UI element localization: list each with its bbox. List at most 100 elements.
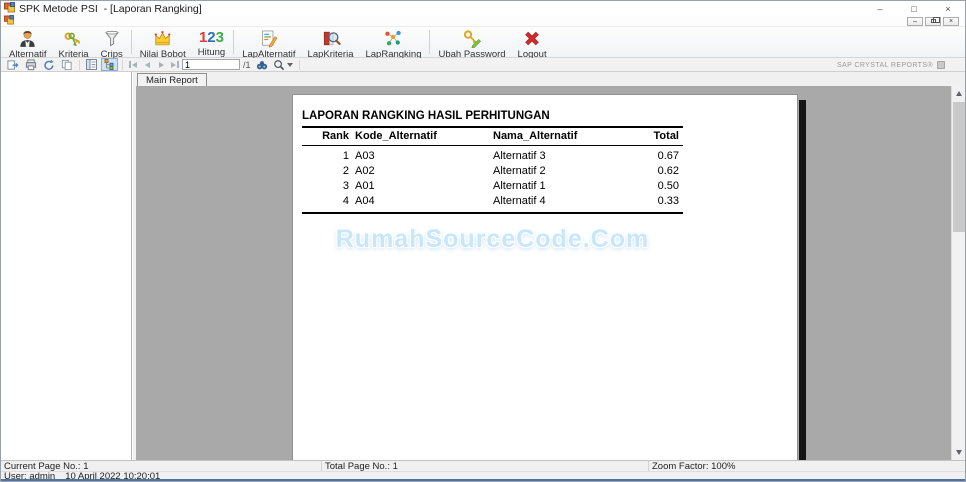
page-total-label: /1 [243, 59, 251, 70]
report-page-area: LAPORAN RANGKING HASIL PERHITUNGAN Rank … [136, 86, 965, 460]
red-x-icon [522, 29, 542, 48]
mdi-minimize-icon: – [913, 17, 917, 25]
main-report-tab[interactable]: Main Report [137, 73, 207, 86]
lap-alternatif-button[interactable]: LapAlternatif [236, 28, 301, 60]
first-page-button[interactable] [126, 58, 140, 71]
toolbar-separator [233, 30, 235, 54]
key-pencil-icon [462, 29, 482, 48]
sap-crystal-reports-branding: SAP CRYSTAL REPORTS® [837, 61, 945, 69]
page-shadow [799, 100, 806, 460]
toolbar-separator [429, 30, 431, 54]
previous-page-button[interactable] [140, 58, 154, 71]
mdi-restore-button[interactable] [925, 16, 941, 26]
last-page-button[interactable] [168, 58, 182, 71]
toggle-group-tree-button[interactable] [101, 58, 118, 71]
maximize-icon: □ [911, 3, 917, 14]
keys-icon [64, 29, 84, 48]
column-header-nama: Nama_Alternatif [493, 130, 578, 142]
toolbar-separator [298, 59, 300, 70]
report-tab-strip: Main Report [136, 72, 965, 86]
cell-kode: A02 [355, 164, 375, 177]
lap-rangking-button[interactable]: LapRangking [359, 28, 427, 60]
close-icon: × [945, 3, 951, 14]
lap-kriteria-button[interactable]: LapKriteria [302, 28, 360, 60]
cell-kode: A01 [355, 179, 375, 192]
scroll-up-button[interactable] [952, 86, 965, 101]
mdi-minimize-button[interactable]: – [907, 16, 923, 26]
crips-button[interactable]: Crips [95, 28, 129, 60]
toolbar-separator [122, 59, 123, 70]
previous-page-icon [144, 61, 150, 68]
table-bottom-line [302, 212, 683, 214]
cell-kode: A04 [355, 194, 375, 207]
cell-nama: Alternatif 2 [493, 164, 546, 177]
zoom-factor-panel: Zoom Factor: 100% [652, 460, 736, 472]
first-page-icon [129, 61, 131, 68]
table-row: 2 A02 Alternatif 2 0.62 [302, 163, 683, 178]
mdi-close-icon: × [948, 17, 954, 25]
table-row: 1 A03 Alternatif 3 0.67 [302, 148, 683, 163]
column-header-kode: Kode_Alternatif [355, 130, 437, 142]
cell-nama: Alternatif 4 [493, 194, 546, 207]
hitung-button[interactable]: 123 Hitung [192, 28, 231, 58]
copy-button[interactable] [58, 58, 75, 71]
find-button[interactable] [254, 58, 271, 71]
logout-button[interactable]: Logout [512, 28, 553, 60]
scrollbar-thumb[interactable] [953, 102, 965, 232]
copy-icon [61, 59, 72, 70]
cell-rank: 2 [342, 164, 349, 177]
toggle-parameter-panel-button[interactable] [83, 58, 100, 71]
ubah-password-button[interactable]: Ubah Password [432, 28, 511, 60]
cell-rank: 4 [342, 194, 349, 207]
cell-total: 0.33 [657, 194, 679, 207]
branding-icon [937, 61, 945, 69]
person-icon [18, 29, 37, 48]
magnifier-icon [274, 59, 285, 70]
funnel-icon [103, 29, 121, 48]
cell-total: 0.62 [657, 164, 679, 177]
next-page-button[interactable] [154, 58, 168, 71]
group-tree-panel [1, 72, 132, 460]
next-page-icon [158, 61, 164, 68]
cell-nama: Alternatif 1 [493, 179, 546, 192]
cell-kode: A03 [355, 149, 375, 162]
nilai-bobot-button[interactable]: Nilai Bobot [134, 28, 192, 60]
binoculars-icon [256, 60, 268, 69]
main-toolbar: Alternatif Kriteria Crips Nilai Bobot 12… [1, 27, 965, 60]
window-title: SPK Metode PSI - [Laporan Rangking] [19, 2, 202, 15]
arrow-up-icon [956, 91, 962, 96]
current-page-panel: Current Page No.: 1 [1, 461, 322, 472]
scroll-down-button[interactable] [952, 445, 965, 460]
table-row: 4 A04 Alternatif 4 0.33 [302, 193, 683, 208]
mdi-close-button[interactable]: × [943, 16, 959, 26]
crown-icon [152, 29, 173, 48]
alternatif-button[interactable]: Alternatif [3, 28, 53, 60]
refresh-button[interactable] [40, 58, 57, 71]
column-header-rank: Rank [322, 130, 349, 142]
refresh-icon [43, 59, 54, 70]
toolbar-separator [130, 30, 132, 54]
table-header-row: Rank Kode_Alternatif Nama_Alternatif Tot… [302, 128, 683, 145]
arrow-down-icon [956, 450, 962, 455]
book-magnifier-icon [321, 29, 341, 48]
numbers-123-icon: 123 [198, 29, 224, 46]
vertical-scrollbar[interactable] [951, 86, 965, 460]
kriteria-button[interactable]: Kriteria [53, 28, 95, 60]
table-row: 3 A01 Alternatif 1 0.50 [302, 178, 683, 193]
cell-rank: 1 [342, 149, 349, 162]
page-number-input[interactable] [182, 59, 240, 70]
export-button[interactable] [4, 58, 21, 71]
toolbar-label: Hitung [197, 47, 226, 58]
zoom-button[interactable] [272, 58, 295, 71]
cell-nama: Alternatif 3 [493, 149, 546, 162]
watermark-text: RumahSourceCode.Com [335, 225, 650, 253]
print-button[interactable] [22, 58, 39, 71]
menu-strip: – × [1, 15, 965, 27]
cell-rank: 3 [342, 179, 349, 192]
print-icon [25, 58, 36, 70]
close-button[interactable]: × [931, 1, 965, 16]
minimize-button[interactable]: – [863, 1, 897, 16]
title-bar: SPK Metode PSI - [Laporan Rangking] – □ … [1, 1, 965, 16]
maximize-button[interactable]: □ [897, 1, 931, 16]
toolbar-separator [79, 59, 80, 70]
